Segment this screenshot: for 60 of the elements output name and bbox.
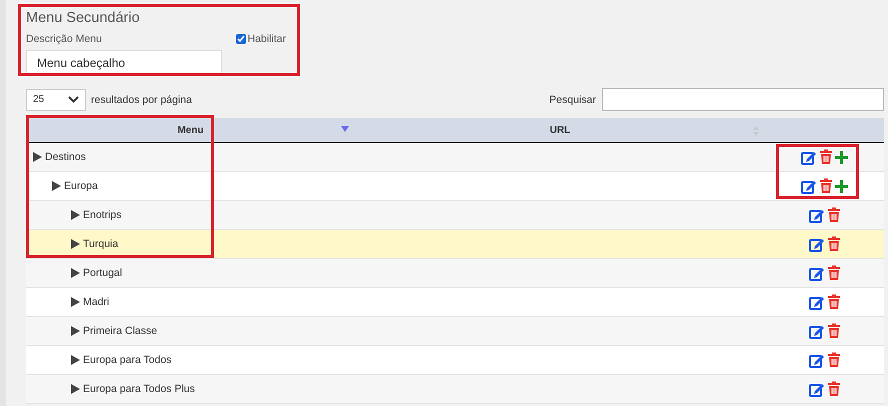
edit-button[interactable] — [808, 324, 824, 338]
sort-desc-icon[interactable] — [341, 126, 349, 132]
edit-button[interactable] — [808, 266, 824, 280]
edit-button[interactable] — [808, 236, 824, 252]
caret-right-icon[interactable] — [71, 268, 80, 278]
delete-button[interactable] — [826, 294, 840, 310]
checkbox-label: Habilitar — [247, 32, 286, 44]
table-row[interactable]: Portugal — [26, 259, 884, 288]
search-field[interactable] — [602, 88, 884, 111]
menu-item-label: Europa para Todos Plus — [83, 383, 195, 395]
table-row[interactable]: Primeira Classe — [26, 317, 884, 346]
caret-right-icon[interactable] — [71, 326, 80, 336]
delete-button[interactable] — [826, 323, 840, 339]
enable-checkbox[interactable] — [236, 34, 246, 44]
menu-item-label: Portugal — [83, 267, 122, 279]
caret-right-icon[interactable] — [52, 181, 61, 191]
table-row[interactable]: Europa para Todos Plus — [26, 375, 884, 404]
edit-button[interactable] — [808, 382, 824, 396]
caret-right-icon[interactable] — [71, 297, 80, 307]
delete-button[interactable] — [826, 265, 840, 281]
page-size-label: resultados por página — [91, 94, 192, 106]
table-row[interactable]: Madri — [26, 288, 884, 317]
field-label: Descrição Menu — [26, 33, 103, 45]
menu-item-label: Destinos — [45, 151, 86, 163]
delete-button[interactable] — [826, 352, 840, 368]
edit-button[interactable] — [801, 150, 817, 164]
column-header[interactable]: Menu — [177, 124, 204, 136]
chevron-down-icon — [68, 96, 79, 103]
table-row[interactable]: Enotrips — [26, 201, 884, 230]
menu-item-label: Europa para Todos — [83, 354, 172, 366]
delete-button[interactable] — [826, 381, 840, 397]
edit-button[interactable] — [808, 208, 824, 222]
table-row[interactable]: Destinos — [26, 143, 884, 172]
delete-button[interactable] — [819, 149, 833, 165]
caret-right-icon[interactable] — [71, 355, 80, 365]
caret-right-icon[interactable] — [71, 384, 80, 394]
search-label: Pesquisar — [549, 94, 596, 106]
menu-item-label: Enotrips — [83, 209, 122, 221]
caret-right-icon[interactable] — [71, 239, 80, 249]
edit-button[interactable] — [801, 178, 817, 194]
edit-button[interactable] — [808, 352, 824, 368]
table-row[interactable]: Turquia — [26, 230, 884, 259]
caret-right-icon[interactable] — [71, 210, 80, 220]
menu-item-label: Madri — [83, 296, 110, 308]
add-button[interactable] — [835, 150, 848, 164]
column-header[interactable]: URL — [550, 124, 570, 136]
menu-item-label: Primeira Classe — [83, 325, 158, 337]
table-row[interactable]: Europa para Todos — [26, 346, 884, 375]
delete-button[interactable] — [826, 207, 840, 223]
description-field[interactable]: Menu cabeçalho — [26, 50, 222, 75]
menu-item-label: Europa — [64, 180, 98, 192]
form-title: Menu Secundário — [26, 10, 141, 27]
delete-button[interactable] — [826, 236, 840, 252]
table-row[interactable]: Europa — [26, 172, 884, 201]
menu-item-label: Turquia — [83, 238, 118, 250]
delete-button[interactable] — [819, 178, 833, 194]
page-size-select[interactable]: 25 — [26, 88, 86, 110]
edit-button[interactable] — [808, 294, 824, 310]
caret-right-icon[interactable] — [33, 152, 42, 162]
add-button[interactable] — [835, 180, 848, 192]
